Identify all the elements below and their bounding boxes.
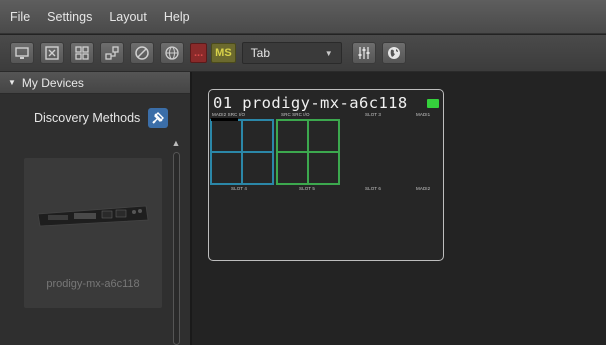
slot-2-grid[interactable] xyxy=(276,119,340,185)
globe-button[interactable] xyxy=(160,42,184,64)
plug-icon[interactable] xyxy=(148,108,169,128)
discovery-methods-label: Discovery Methods xyxy=(34,111,141,125)
slot-2-cell[interactable] xyxy=(277,152,308,184)
slot-label-5: SLOT 4 xyxy=(231,186,248,191)
device-card[interactable]: 01 prodigy-mx-a6c118 MADI2 SRC I/O SRC S… xyxy=(208,89,444,261)
collapse-triangle-icon[interactable]: ▼ xyxy=(8,78,16,87)
slot-label-2: SRC SRC I/O xyxy=(281,112,310,117)
grid-icon xyxy=(75,46,89,60)
window-close-button[interactable] xyxy=(40,42,64,64)
slot-label-8: MADI2 xyxy=(416,186,431,191)
slot-1-cell[interactable] xyxy=(242,120,273,152)
ms-badge[interactable]: MS xyxy=(211,43,236,63)
slot-2-cell[interactable] xyxy=(277,120,308,152)
menu-bar: File Settings Layout Help xyxy=(0,0,606,34)
device-tile-label: prodigy-mx-a6c118 xyxy=(46,278,140,290)
toolbar: ... MS Tab ▼ xyxy=(0,35,606,72)
scroll-up-icon[interactable]: ▲ xyxy=(170,138,182,150)
my-devices-label: My Devices xyxy=(21,75,84,90)
device-card-title: 01 prodigy-mx-a6c118 xyxy=(213,94,408,112)
monitor-button[interactable] xyxy=(10,42,34,64)
world-icon xyxy=(387,47,400,59)
device-tile[interactable]: prodigy-mx-a6c118 xyxy=(24,158,162,308)
slot-label-7: SLOT 6 xyxy=(365,186,382,191)
menu-layout[interactable]: Layout xyxy=(109,10,147,24)
slot-label-6: SLOT 5 xyxy=(299,186,316,191)
device-rack-image xyxy=(37,205,149,227)
devices-sidebar: ▼ My Devices Discovery Methods prodigy-m… xyxy=(0,72,192,345)
menu-help[interactable]: Help xyxy=(164,10,190,24)
network-button[interactable] xyxy=(100,42,124,64)
window-close-icon xyxy=(45,46,59,60)
slot-2-cell[interactable] xyxy=(308,120,339,152)
world-button[interactable] xyxy=(381,42,406,64)
menu-settings[interactable]: Settings xyxy=(47,10,92,24)
mixer-button[interactable] xyxy=(351,42,376,64)
status-led xyxy=(427,99,439,108)
slot-1-cell[interactable] xyxy=(211,152,242,184)
red-status-badge[interactable]: ... xyxy=(190,43,208,63)
no-entry-icon xyxy=(135,46,149,60)
mixer-sliders-icon xyxy=(358,47,370,59)
sidebar-scrollbar[interactable]: ▲ xyxy=(170,138,182,345)
slot-1-grid[interactable] xyxy=(210,119,274,185)
slot-2-cell[interactable] xyxy=(308,152,339,184)
device-workspace: 01 prodigy-mx-a6c118 MADI2 SRC I/O SRC S… xyxy=(194,72,606,345)
tab-select[interactable]: Tab ▼ xyxy=(241,42,342,64)
grid-button[interactable] xyxy=(70,42,94,64)
my-devices-header[interactable]: ▼ My Devices xyxy=(0,72,190,94)
tab-select-value: Tab xyxy=(250,46,271,60)
globe-icon xyxy=(165,46,179,60)
slot-label-1: MADI2 SRC I/O xyxy=(212,112,246,117)
discovery-methods-row[interactable]: Discovery Methods xyxy=(0,104,190,132)
monitor-icon xyxy=(15,47,29,59)
no-entry-button[interactable] xyxy=(130,42,154,64)
scroll-track[interactable] xyxy=(173,152,180,345)
menu-file[interactable]: File xyxy=(10,10,30,24)
slot-label-3: SLOT 3 xyxy=(365,112,382,117)
slot-1-cell[interactable] xyxy=(211,120,242,152)
level-meter-bar xyxy=(211,118,238,121)
slot-1-cell[interactable] xyxy=(242,152,273,184)
chevron-down-icon: ▼ xyxy=(324,48,333,58)
slot-label-4: MADI1 xyxy=(416,112,431,117)
network-icon xyxy=(105,46,119,60)
